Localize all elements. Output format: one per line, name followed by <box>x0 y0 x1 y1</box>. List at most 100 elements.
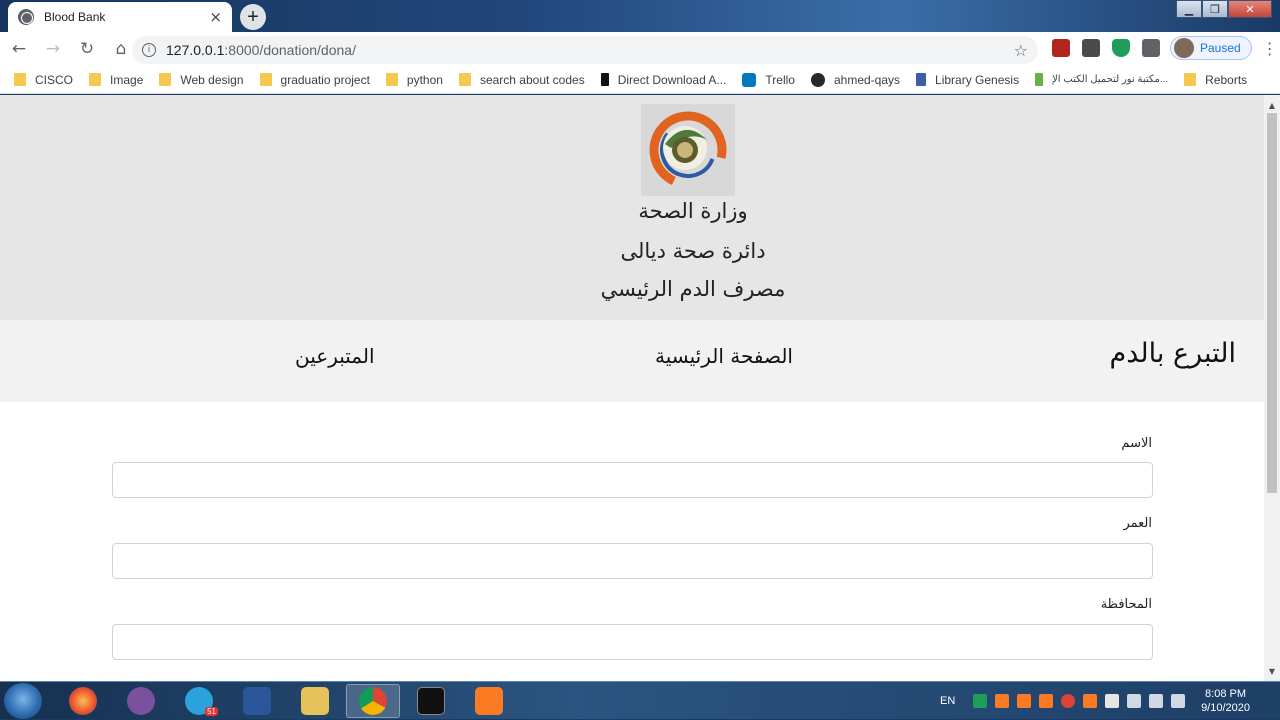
start-button[interactable] <box>4 683 42 719</box>
bookmark-item[interactable]: Direct Download A... <box>600 73 726 87</box>
xampp-icon <box>475 687 503 715</box>
scroll-up-icon[interactable]: ▲ <box>1264 97 1280 113</box>
address-bar[interactable]: i 127.0.0.1:8000/donation/dona/ ☆ <box>132 36 1038 64</box>
folder-icon <box>458 73 471 86</box>
github-icon <box>810 72 825 87</box>
system-tray: EN <box>940 682 1189 720</box>
url-text[interactable]: 127.0.0.1:8000/donation/dona/ <box>166 42 1014 58</box>
reload-button[interactable]: ↻ <box>72 34 102 64</box>
directorate-name: دائرة صحة ديالى <box>620 239 766 263</box>
terminal-icon <box>417 687 445 715</box>
network-icon[interactable] <box>1127 694 1142 708</box>
taskbar-cmd[interactable] <box>404 684 458 718</box>
clock-date: 9/10/2020 <box>1201 702 1250 714</box>
profile-button[interactable]: Paused <box>1170 36 1252 60</box>
bookmark-label: Trello <box>765 72 795 87</box>
shield-extension-icon[interactable] <box>1112 39 1130 57</box>
folder-icon <box>259 73 272 86</box>
bookmark-item[interactable]: CISCO <box>14 73 73 87</box>
reload-icon: ↻ <box>79 39 95 59</box>
volume-icon[interactable] <box>1171 694 1186 708</box>
bookmark-item[interactable]: مكتبة نور لتحميل الكتب الإ... <box>1035 73 1168 86</box>
shield-tray-icon[interactable] <box>973 694 988 708</box>
viber-icon <box>127 687 155 715</box>
close-window-button[interactable]: ✕ <box>1228 0 1272 18</box>
minimize-button[interactable]: ▁ <box>1176 0 1202 18</box>
age-input[interactable] <box>112 543 1153 579</box>
info-icon[interactable]: i <box>142 43 156 57</box>
nav-donors-link[interactable]: المتبرعين <box>295 344 375 368</box>
bookmark-item[interactable]: Reborts <box>1184 73 1247 87</box>
xampp-tray-icon[interactable] <box>1083 694 1098 708</box>
back-button[interactable]: ← <box>4 34 34 64</box>
bookmark-item[interactable]: Library Genesis <box>916 73 1019 87</box>
bookmark-label: Library Genesis <box>935 72 1020 87</box>
puzzle-extensions-icon[interactable] <box>1142 39 1160 57</box>
tab-title: Blood Bank <box>44 10 106 24</box>
folder-icon <box>159 73 172 86</box>
arrow-right-icon: → <box>45 39 61 59</box>
xampp-tray-icon[interactable] <box>995 694 1010 708</box>
folder-icon <box>14 73 26 86</box>
bookmark-item[interactable]: Trello <box>742 72 795 87</box>
scroll-down-icon[interactable]: ▼ <box>1264 663 1280 679</box>
new-tab-button[interactable]: + <box>240 4 266 30</box>
browser-toolbar: ← → ↻ ⌂ i 127.0.0.1:8000/donation/dona/ … <box>0 32 1280 66</box>
taskbar-viber[interactable] <box>114 684 168 718</box>
word-icon <box>243 687 271 715</box>
arrow-left-icon: ← <box>11 39 27 59</box>
province-label: المحافظة <box>1100 597 1152 612</box>
url-host: 127.0.0.1 <box>166 42 225 58</box>
bookmark-star-icon[interactable]: ☆ <box>1014 41 1028 60</box>
taskbar-word[interactable] <box>230 684 284 718</box>
taskbar-xampp[interactable] <box>462 684 516 718</box>
maximize-button[interactable]: ❐ <box>1202 0 1228 18</box>
noor-icon <box>1035 73 1044 86</box>
bookmark-label: Image <box>110 72 144 87</box>
bookmark-item[interactable]: search about codes <box>458 72 585 87</box>
flag-icon[interactable] <box>1105 694 1120 708</box>
page-viewport: وزارة الصحة دائرة صحة ديالى مصرف الدم ال… <box>0 95 1264 681</box>
globe-icon <box>18 9 34 25</box>
bookmark-label: Reborts <box>1205 72 1248 87</box>
browser-tab[interactable]: Blood Bank × <box>8 2 232 32</box>
url-path: :8000/donation/dona/ <box>224 42 356 58</box>
ministry-name: وزارة الصحة <box>638 199 748 223</box>
name-input[interactable] <box>112 462 1153 498</box>
taskbar-explorer[interactable] <box>288 684 342 718</box>
scrollbar-thumb[interactable] <box>1267 113 1277 493</box>
window-controls: ▁ ❐ ✕ <box>1176 0 1272 18</box>
f-logo-icon <box>600 73 609 86</box>
site-brand[interactable]: التبرع بالدم <box>1110 338 1236 369</box>
bookmark-label: search about codes <box>479 72 585 87</box>
xampp-tray-icon[interactable] <box>1017 694 1032 708</box>
home-icon: ⌂ <box>115 39 127 59</box>
language-indicator[interactable]: EN <box>940 695 955 707</box>
province-input[interactable] <box>112 624 1153 660</box>
taskbar-chrome[interactable] <box>346 684 400 718</box>
more-menu-icon[interactable]: ⋮ <box>1262 39 1278 58</box>
signal-icon[interactable] <box>1149 694 1164 708</box>
bookmark-item[interactable]: python <box>385 73 443 87</box>
bookmark-item[interactable]: Image <box>89 73 143 87</box>
clock[interactable]: 8:08 PM 9/10/2020 <box>1201 687 1250 715</box>
bookmark-item[interactable]: Web design <box>159 73 244 87</box>
nav-home-link[interactable]: الصفحة الرئيسية <box>655 344 793 368</box>
taskbar-firefox[interactable] <box>56 684 110 718</box>
chrome-tray-icon[interactable] <box>1061 694 1076 708</box>
xampp-tray-icon[interactable] <box>1039 694 1054 708</box>
bookmark-item[interactable]: graduatio project <box>259 73 370 87</box>
bookmark-label: CISCO <box>35 72 74 87</box>
database-extension-icon[interactable] <box>1082 39 1100 57</box>
telegram-badge: 51 <box>205 707 218 716</box>
forward-button[interactable]: → <box>38 34 68 64</box>
tab-close-button[interactable]: × <box>209 8 222 26</box>
chrome-icon <box>359 687 387 715</box>
site-navbar: المتبرعين الصفحة الرئيسية التبرع بالدم <box>0 320 1264 402</box>
page-scrollbar[interactable]: ▲ ▼ <box>1264 95 1280 681</box>
age-label: العمر <box>1123 516 1152 531</box>
avatar <box>1174 38 1194 58</box>
taskbar-telegram[interactable]: 51 <box>172 684 226 718</box>
pdf-extension-icon[interactable] <box>1052 39 1070 57</box>
bookmark-item[interactable]: ahmed-qays <box>810 72 900 87</box>
